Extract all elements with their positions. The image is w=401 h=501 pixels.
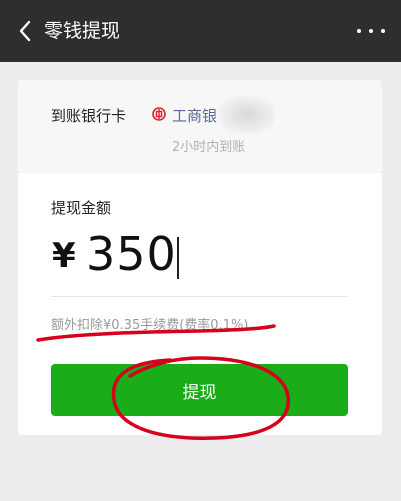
bank-card-label: 到账银行卡 [51, 107, 127, 125]
currency-symbol: ¥ [52, 236, 76, 276]
more-dots-icon [357, 29, 361, 33]
bank-name: 工商银 [172, 107, 218, 125]
navigation-bar: 零钱提现 [0, 0, 401, 62]
withdraw-button[interactable]: 提现 [51, 364, 348, 416]
bank-card-section[interactable]: 到账银行卡 工商银 2小时内到账 [18, 80, 382, 173]
page-title: 零钱提现 [44, 20, 121, 42]
more-dots-icon [381, 29, 385, 33]
amount-label: 提现金额 [51, 199, 112, 217]
arrival-time-note: 2小时内到账 [172, 140, 246, 155]
back-button[interactable] [12, 18, 38, 44]
masked-card-number [218, 96, 276, 134]
amount-input[interactable]: 350 [86, 227, 177, 281]
text-cursor [177, 237, 179, 279]
more-options-button[interactable] [357, 22, 385, 40]
icbc-logo-icon [152, 107, 166, 121]
chevron-left-icon [19, 20, 31, 42]
divider [51, 296, 348, 297]
fee-note: 额外扣除¥0.35手续费(费率0.1%) [51, 318, 249, 333]
withdraw-amount-section: 提现金额 ¥ 350 额外扣除¥0.35手续费(费率0.1%) 提现 [18, 173, 382, 435]
more-dots-icon [369, 29, 373, 33]
